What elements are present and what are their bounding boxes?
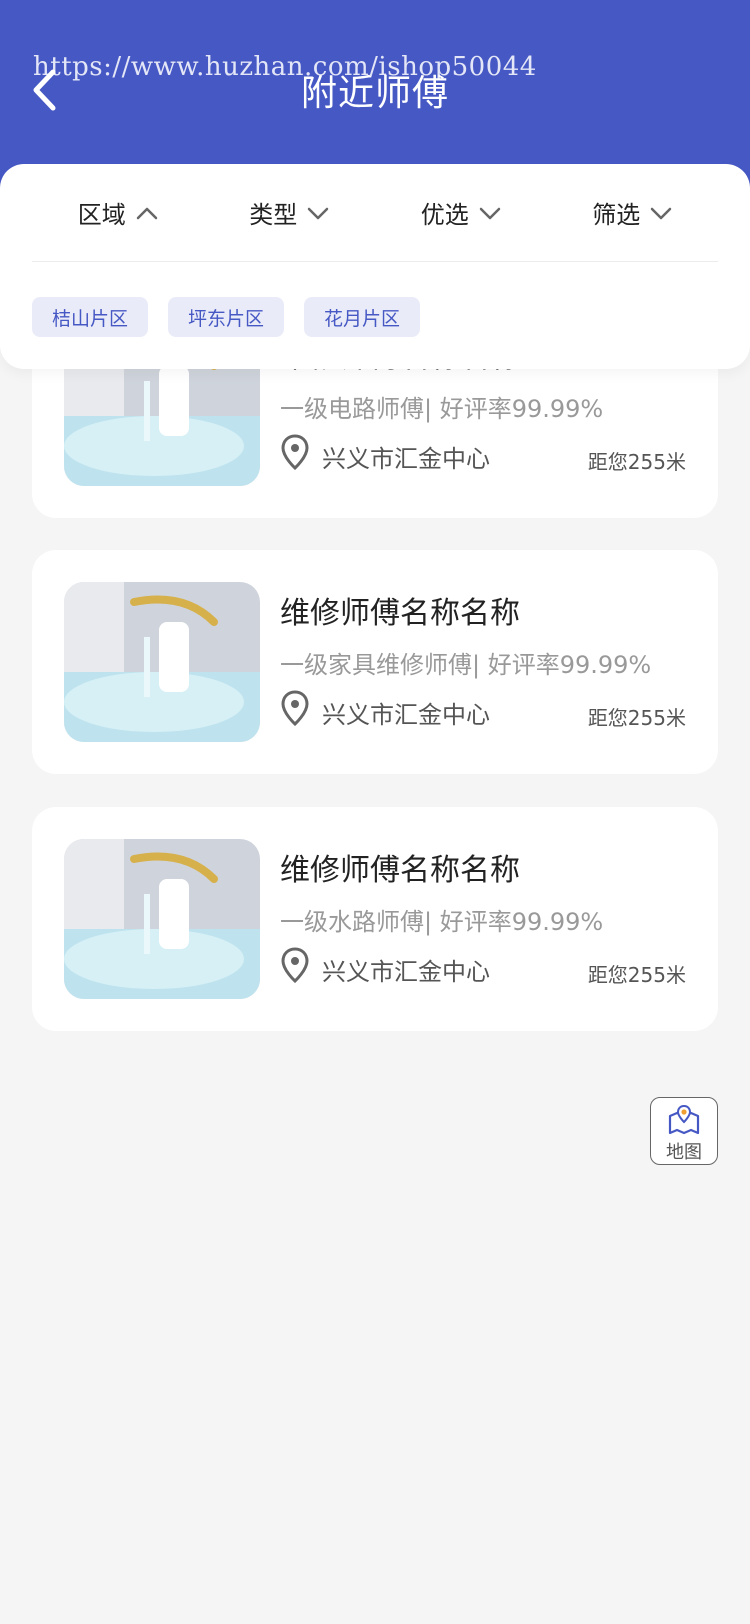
location-pin-icon (281, 947, 309, 983)
master-distance: 距您255米 (587, 450, 686, 474)
page-title: 附近师傅 (300, 73, 449, 114)
filter-tabs: 区域 类型 优选 筛选 (32, 164, 718, 262)
master-desc: 一级电路师傅| 好评率99.99% (280, 395, 604, 423)
master-card[interactable]: 维修师傅名称名称 一级水路师傅| 好评率99.99% 兴义市汇金中心 距您255… (32, 807, 718, 1031)
map-button[interactable]: 地图 (650, 1097, 718, 1165)
app-header: https://www.huzhan.com/ishop50044 附近师傅 (0, 0, 750, 190)
master-photo (64, 582, 260, 742)
map-location-icon (668, 1104, 700, 1135)
master-distance: 距您255米 (587, 706, 686, 730)
filter-tab-region[interactable]: 区域 (32, 164, 204, 261)
filter-tab-label: 优选 (420, 201, 469, 229)
chevron-down-icon (308, 207, 329, 219)
master-card[interactable]: 维修师傅名称名称 一级家具维修师傅| 好评率99.99% 兴义市汇金中心 距您2… (32, 550, 718, 774)
region-chip[interactable]: 坪东片区 (168, 297, 285, 337)
region-chip[interactable]: 桔山片区 (32, 297, 149, 337)
region-chip[interactable]: 花月片区 (304, 297, 421, 337)
filter-tab-type[interactable]: 类型 (204, 164, 376, 261)
master-address: 兴义市汇金中心 (322, 701, 490, 729)
master-desc: 一级水路师傅| 好评率99.99% (280, 908, 604, 936)
master-desc: 一级家具维修师傅| 好评率99.99% (280, 651, 652, 679)
master-distance: 距您255米 (587, 963, 686, 987)
location-pin-icon (281, 434, 309, 470)
master-address: 兴义市汇金中心 (322, 445, 490, 473)
master-name: 维修师傅名称名称 (280, 853, 520, 888)
master-name: 维修师傅名称名称 (280, 596, 520, 631)
filter-tab-label: 筛选 (592, 201, 641, 229)
chevron-up-icon (136, 207, 157, 219)
chevron-down-icon (479, 207, 500, 219)
filter-tab-label: 区域 (77, 201, 126, 229)
location-pin-icon (281, 690, 309, 726)
filter-tab-preferred[interactable]: 优选 (375, 164, 547, 261)
master-photo (64, 839, 260, 999)
region-chips: 桔山片区 坪东片区 花月片区 (32, 297, 421, 337)
master-address: 兴义市汇金中心 (322, 958, 490, 986)
filter-panel: 区域 类型 优选 筛选 桔山片区 坪东片区 花月片区 (0, 164, 750, 369)
map-button-label: 地图 (666, 1142, 702, 1163)
chevron-down-icon (651, 207, 672, 219)
filter-tab-label: 类型 (249, 201, 298, 229)
filter-tab-filter[interactable]: 筛选 (547, 164, 719, 261)
